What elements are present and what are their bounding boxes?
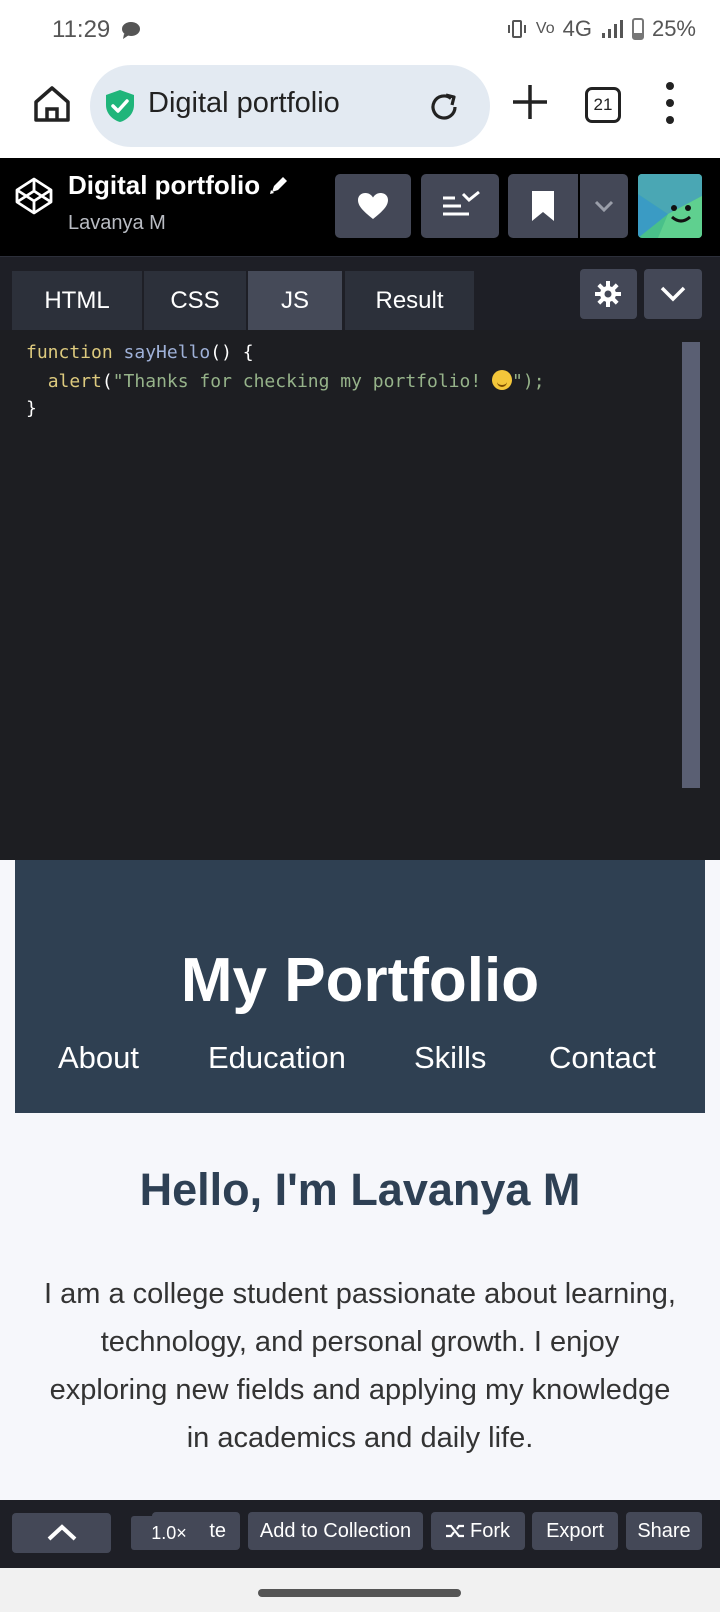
code-line-2: alert("Thanks for checking my portfolio!… [47,370,545,392]
status-bar: 11:29 Vo 4G 25% [0,0,720,60]
bookmark-icon [532,191,554,221]
expand-console-button[interactable] [12,1513,111,1553]
smile-emoji-icon [492,370,513,390]
vibrate-icon [507,20,526,38]
zoom-level[interactable]: 1.0× [131,1516,207,1550]
layout-menu-icon [443,190,480,216]
chat-bubble-icon [122,22,140,39]
more-menu-icon[interactable] [660,82,680,124]
codepen-header: Digital portfolio Lavanya M [0,158,720,256]
hero-title: My Portfolio [180,946,540,1015]
pen-bottom-toolbar: te 1.0× Add to Collection Fork Export Sh… [0,1500,720,1568]
code-string-end: "); [512,371,545,392]
battery-icon [631,18,644,40]
pen-title[interactable]: Digital portfolio [68,170,260,201]
edit-pencil-icon[interactable] [268,174,290,196]
codepen-logo-icon[interactable] [14,176,54,216]
layout-button[interactable] [421,174,499,238]
tab-css[interactable]: CSS [144,271,246,331]
new-tab-icon[interactable] [510,82,550,122]
bookmark-dropdown-button[interactable] [580,174,628,238]
code-call: alert [47,371,102,392]
home-icon[interactable] [30,82,74,126]
nav-link-contact[interactable]: Contact [549,1040,656,1076]
code-parens: () { [210,342,254,363]
code-line-3: } [26,398,37,419]
fork-icon [446,1524,464,1538]
tab-js[interactable]: JS [248,271,342,331]
result-preview: My Portfolio About Education Skills Cont… [0,860,720,1500]
user-avatar[interactable] [638,174,702,238]
export-button[interactable]: Export [532,1512,618,1550]
nav-link-about[interactable]: About [58,1040,139,1076]
fork-label: Fork [470,1520,510,1542]
settings-button[interactable] [580,269,637,319]
editor-tabs-bar: HTML CSS JS Result [0,256,720,331]
collapse-editor-button[interactable] [644,269,702,319]
greeting-heading: Hello, I'm Lavanya M [139,1164,581,1215]
status-time: 11:29 [52,16,111,43]
chevron-up-icon [47,1524,77,1541]
add-to-collection-button[interactable]: Add to Collection [248,1512,423,1550]
chevron-down-icon [660,286,686,302]
browser-toolbar: Digital portfolio 21 [0,60,720,158]
status-indicators: Vo 4G 25% [506,16,696,42]
network-type: 4G [562,16,592,41]
portfolio-header: My Portfolio About Education Skills Cont… [15,860,705,1113]
address-bar[interactable]: Digital portfolio [90,65,490,147]
system-gesture-bar [0,1568,720,1612]
share-button[interactable]: Share [626,1512,702,1550]
pen-author[interactable]: Lavanya M [68,212,166,235]
like-button[interactable] [335,174,411,238]
heart-icon [358,193,388,219]
code-editor[interactable]: function sayHello() { alert("Thanks for … [0,330,720,860]
bio-paragraph: I am a college student passionate about … [44,1278,676,1454]
fork-button[interactable]: Fork [431,1512,525,1550]
tab-html[interactable]: HTML [12,271,142,331]
volte-icon: Vo [535,20,555,37]
code-function-name: sayHello [123,342,211,363]
code-line-1: function sayHello() { [26,342,254,363]
bookmark-button[interactable] [508,174,578,238]
gear-icon [595,281,621,307]
reload-icon[interactable] [426,89,462,125]
code-string: "Thanks for checking my portfolio! [112,371,493,392]
avatar-face-icon [638,174,702,238]
tab-result[interactable]: Result [345,271,474,331]
url-text: Digital portfolio [148,87,340,119]
code-keyword: function [26,342,113,363]
chevron-down-icon [594,200,614,212]
editor-scrollbar[interactable] [682,342,700,788]
signal-icon [601,20,623,38]
nav-link-education[interactable]: Education [208,1040,346,1076]
nav-link-skills[interactable]: Skills [414,1040,486,1076]
home-gesture-handle[interactable] [258,1589,461,1597]
tab-switcher-button[interactable]: 21 [585,87,621,123]
shield-check-icon [106,90,134,122]
battery-level: 25% [651,16,696,41]
